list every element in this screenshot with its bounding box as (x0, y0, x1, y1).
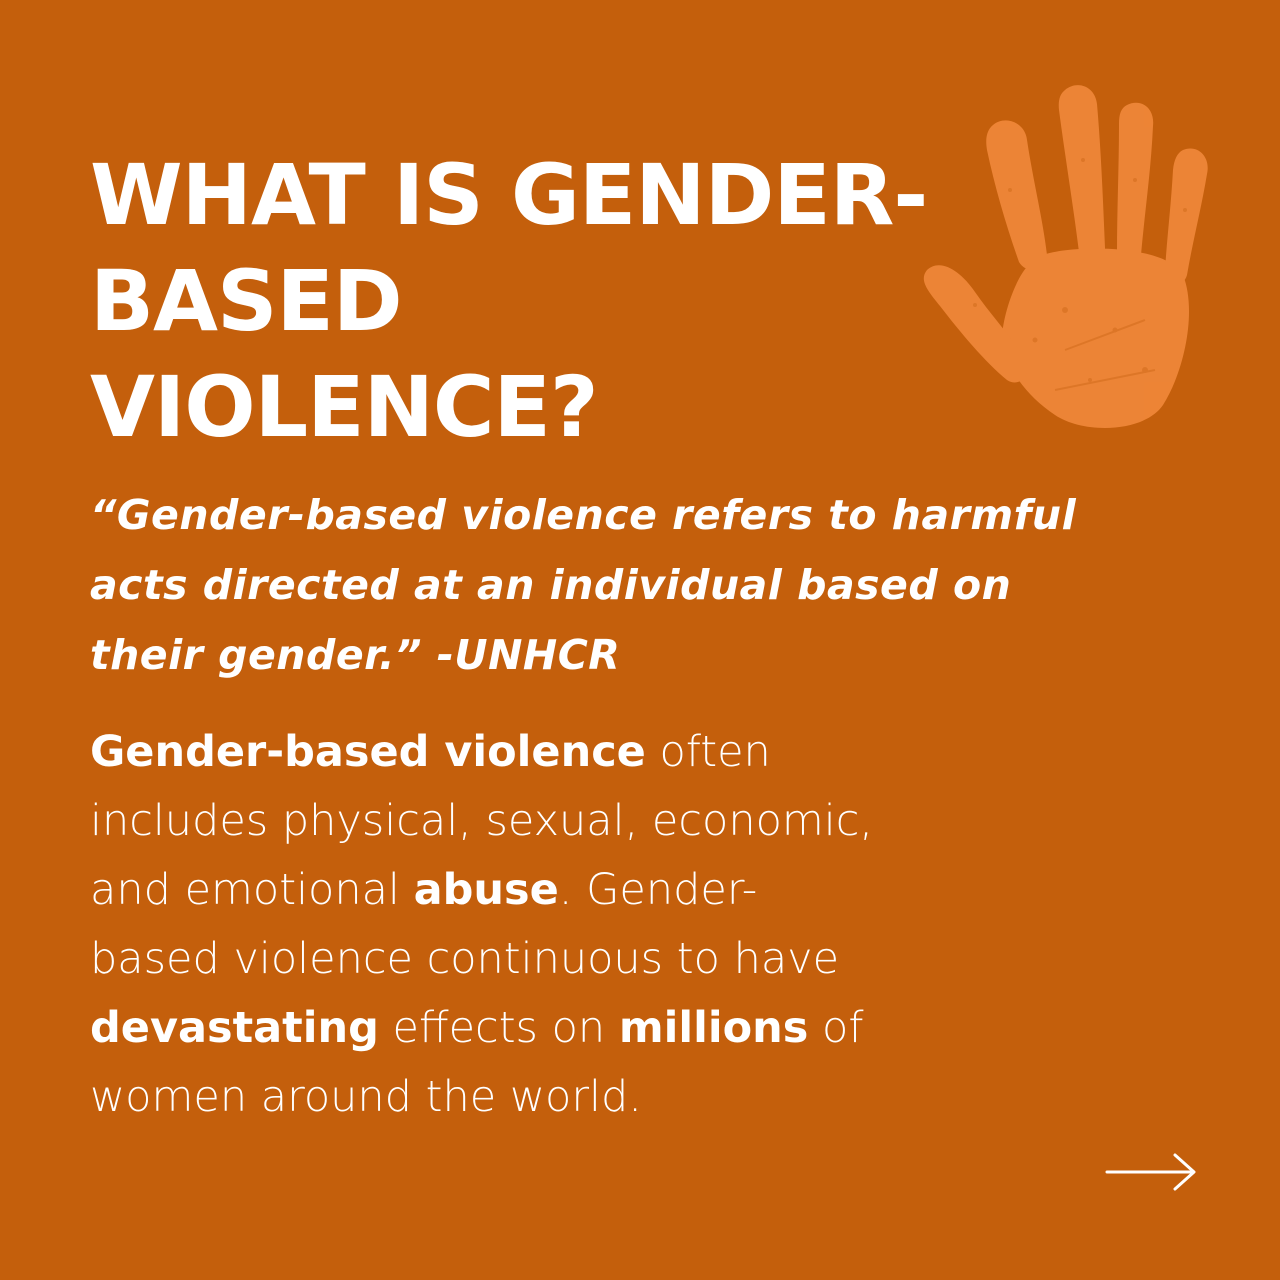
body-text: of (808, 1003, 864, 1053)
bold-term: millions (618, 1003, 809, 1053)
body-text: . Gender- (558, 865, 758, 915)
body-line-4: based violence continuous to have (90, 934, 840, 984)
title-line-1: WHAT IS GENDER- (90, 146, 928, 244)
right-arrow-icon[interactable] (1105, 1150, 1200, 1194)
bold-term: abuse (413, 865, 559, 915)
quote-line-2: acts directed at an individual based on (90, 561, 1012, 609)
title-line-2: BASED (90, 252, 403, 350)
title-line-3: VIOLENCE? (90, 358, 599, 456)
page-title: WHAT IS GENDER- BASED VIOLENCE? (90, 142, 1050, 460)
quote: “Gender-based violence refers to harmful… (90, 480, 1210, 690)
bold-term: Gender-based violence (90, 727, 646, 777)
body-text: effects on (378, 1003, 619, 1053)
body-line-3: and emotional abuse. Gender- (90, 856, 1090, 925)
body-line-5: devastating effects on millions of (90, 994, 1090, 1063)
body-text: and emotional (90, 865, 414, 915)
body-paragraph: Gender-based violence often includes phy… (90, 718, 1090, 1132)
slide-card: WHAT IS GENDER- BASED VIOLENCE? “Gender-… (0, 0, 1280, 1280)
body-line-1: Gender-based violence often (90, 718, 1090, 787)
bold-term: devastating (90, 1003, 379, 1053)
body-line-6: women around the world. (90, 1072, 642, 1122)
quote-line-1: “Gender-based violence refers to harmful (90, 491, 1077, 539)
body-text: often (645, 727, 771, 777)
body-line-2: includes physical, sexual, economic, (90, 796, 874, 846)
quote-line-3: their gender.” -UNHCR (90, 631, 621, 679)
